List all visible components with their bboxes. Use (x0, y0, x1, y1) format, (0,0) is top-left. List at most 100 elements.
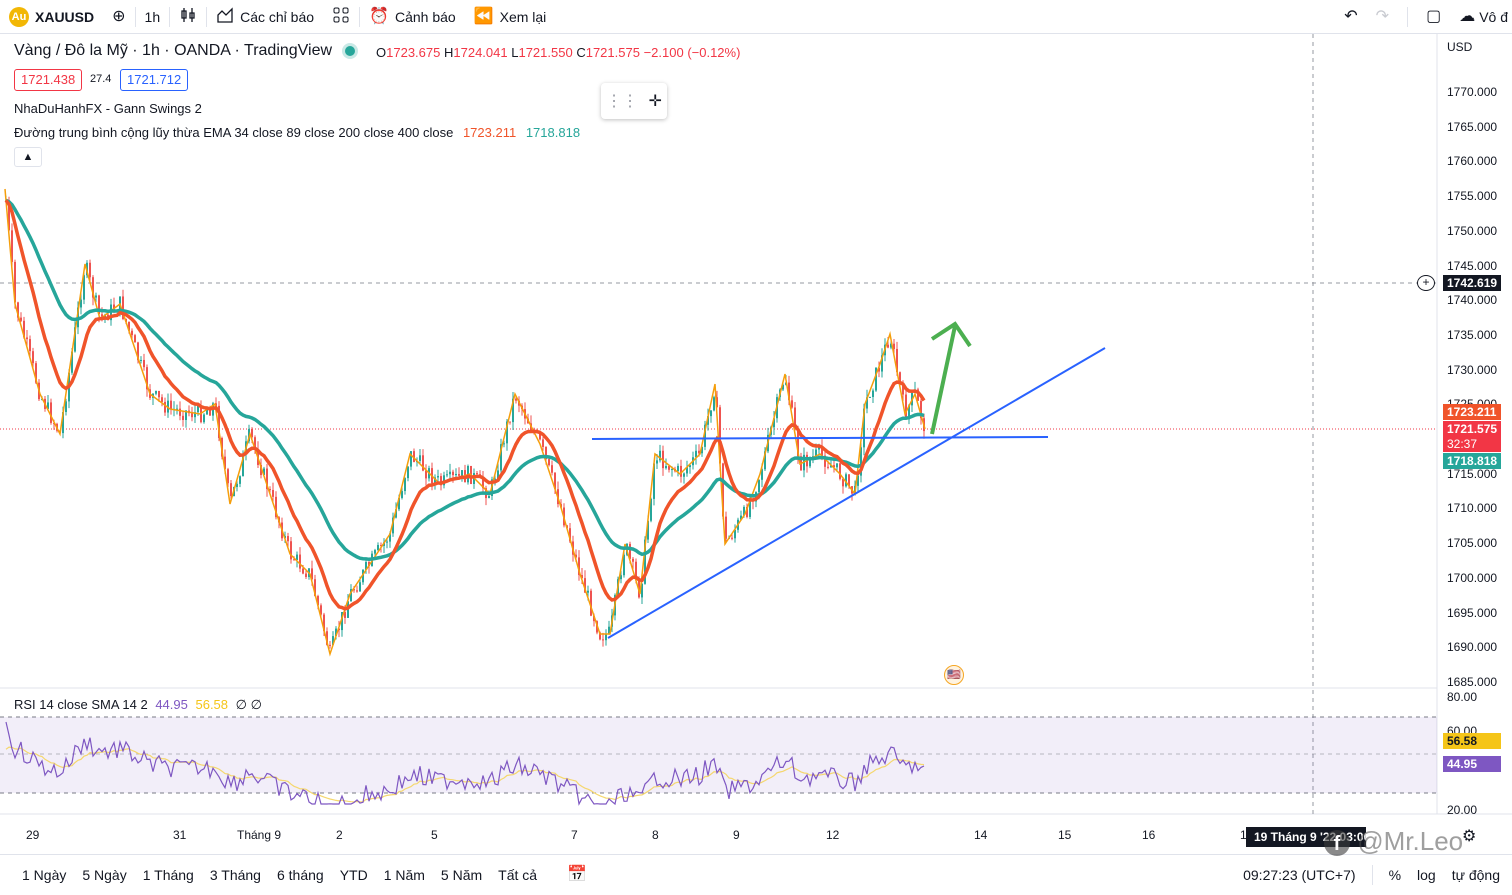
clock-timezone[interactable]: 09:27:23 (UTC+7) (1243, 867, 1355, 883)
date-range-button[interactable]: 3 Tháng (202, 867, 269, 883)
candle-body (272, 489, 274, 497)
date-range-button[interactable]: YTD (332, 867, 376, 883)
ema34-price-tag: 1723.211 (1443, 404, 1501, 420)
candle-body (179, 408, 181, 416)
candle-body (713, 397, 715, 411)
candle-body (461, 470, 463, 476)
calendar-goto-icon[interactable]: 📅 (567, 866, 587, 883)
gann-indicator-legend[interactable]: NhaDuHanhFX - Gann Swings 2 (14, 101, 202, 116)
time-tick-label: Tháng 9 (237, 828, 282, 842)
candle-body (305, 573, 307, 577)
templates-button[interactable] (323, 0, 359, 34)
sell-price-button[interactable]: 1721.438 (14, 69, 83, 91)
candle-body (791, 400, 793, 408)
settings-gear-icon[interactable]: ⚙ (1462, 826, 1476, 846)
save-cloud-button[interactable]: ☁ Vô đ (1459, 9, 1508, 26)
interval-button[interactable]: 1h (136, 0, 170, 34)
candle-body (425, 470, 427, 479)
crosshair-icon[interactable]: ✛ (648, 91, 661, 111)
alerts-label: Cảnh báo (394, 8, 456, 25)
rsi-tick-label: 80.00 (1447, 690, 1478, 704)
price-tick-label: 1745.000 (1447, 258, 1498, 273)
auto-scale-toggle[interactable]: tự động (1452, 867, 1500, 883)
interval-label: 1h (144, 8, 161, 25)
gann-swing-line (4, 188, 926, 657)
plus-circle-icon: ⊕ (112, 7, 126, 25)
indicators-button[interactable]: Các chỉ báo (207, 0, 323, 34)
candle-body (329, 644, 331, 646)
date-range-button[interactable]: 1 Ngày (14, 867, 74, 883)
rsi-legend[interactable]: RSI 14 close SMA 14 2 44.95 56.58 ∅ ∅ (14, 697, 262, 713)
ema-indicator-legend[interactable]: Đường trung bình cộng lũy thừa EMA 34 cl… (14, 125, 580, 140)
price-tick-label: 1740.000 (1447, 293, 1498, 308)
countdown-tag: 32:37 (1443, 436, 1501, 452)
last-price-tag: 1721.575 (1443, 421, 1501, 437)
compare-button[interactable]: ⊕ (103, 0, 134, 34)
candle-body (632, 558, 634, 562)
undo-icon[interactable]: ↶ (1344, 9, 1357, 25)
log-toggle[interactable]: log (1417, 867, 1436, 883)
candle-body (407, 466, 409, 479)
divider (1371, 865, 1373, 885)
price-tick-label: 1765.000 (1447, 119, 1498, 134)
candle-body (95, 295, 97, 298)
price-tick-label: 1770.000 (1447, 85, 1498, 99)
candle-body (140, 359, 142, 361)
candle-body (683, 473, 685, 477)
price-chart[interactable] (0, 34, 1512, 854)
candle-body (377, 545, 379, 551)
layout-square-icon[interactable]: ▢ (1426, 9, 1441, 25)
candle-body (710, 410, 712, 417)
watermark: f @Mr.Leo (1324, 826, 1463, 857)
price-tick-label: 1730.000 (1447, 362, 1498, 377)
date-range-button[interactable]: Tất cả (490, 867, 545, 883)
redo-icon[interactable]: ↷ (1376, 9, 1389, 25)
currency-selector[interactable]: USD (1447, 40, 1472, 54)
candle-body (839, 463, 841, 479)
date-range-button[interactable]: 1 Năm (376, 867, 433, 883)
rsi-band (0, 717, 1437, 793)
change-value: −2.100 (−0.12%) (643, 45, 741, 60)
buy-price-button[interactable]: 1721.712 (120, 69, 189, 91)
price-tick-label: 1690.000 (1447, 640, 1498, 655)
replay-button[interactable]: ⏪ Xem lại (465, 0, 556, 34)
right-toolbar: ↶ ↷ ▢ ☁ Vô đ (1344, 0, 1512, 34)
candle-body (386, 541, 388, 543)
candle-body (287, 536, 289, 542)
candle-body (548, 459, 550, 466)
percent-toggle[interactable]: % (1389, 867, 1401, 883)
candle-body (677, 465, 679, 472)
date-range-button[interactable]: 5 Năm (433, 867, 490, 883)
candle-body (50, 402, 52, 423)
rsi-sma-tag: 56.58 (1443, 733, 1501, 749)
date-range-button[interactable]: 1 Tháng (135, 867, 202, 883)
close-label: C (576, 45, 586, 60)
candles-icon (179, 6, 197, 28)
symbol-selector[interactable]: Au XAUUSD (0, 0, 103, 34)
us-flag-event-icon[interactable]: 🇺🇸 (944, 665, 964, 685)
price-tick-label: 1700.000 (1447, 570, 1498, 585)
date-range-button[interactable]: 6 tháng (269, 867, 332, 883)
candle-body (665, 465, 667, 469)
ema34-value: 1723.211 (462, 125, 517, 140)
candle-body (827, 466, 829, 468)
close-value: 1721.575 (585, 45, 640, 60)
ema-label: Đường trung bình cộng lũy thừa EMA 34 cl… (14, 125, 454, 140)
candle-body (170, 400, 172, 410)
candle-body (29, 339, 31, 352)
drag-handle-icon[interactable]: ⋮⋮ (606, 91, 638, 111)
add-alert-icon[interactable]: + (1417, 275, 1435, 291)
collapse-legend-button[interactable]: ▲ (14, 147, 42, 167)
candle-body (887, 344, 889, 348)
time-tick-label: 9 (733, 828, 740, 842)
candle-body (905, 394, 907, 420)
chart-area[interactable]: Vàng / Đô la Mỹ · 1h · OANDA · TradingVi… (0, 34, 1512, 854)
alerts-button[interactable]: ⏰ Cảnh báo (360, 0, 465, 34)
chart-type-button[interactable] (170, 0, 206, 34)
floating-drawing-toolbar[interactable]: ⋮⋮ ✛ (601, 83, 667, 119)
candle-body (452, 471, 454, 476)
candle-body (836, 463, 838, 468)
date-range-button[interactable]: 5 Ngày (74, 867, 134, 883)
candle-body (419, 455, 421, 461)
candle-body (182, 415, 184, 420)
